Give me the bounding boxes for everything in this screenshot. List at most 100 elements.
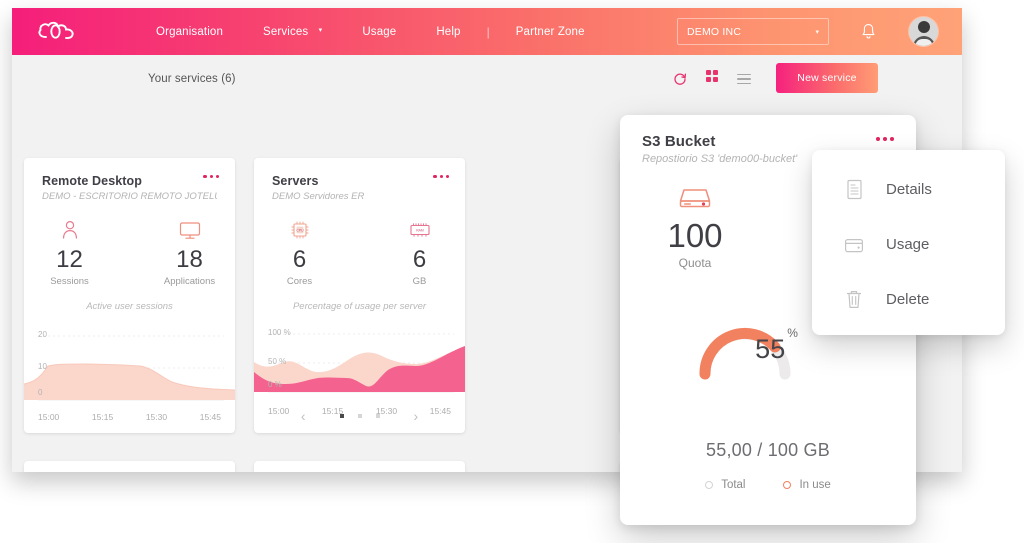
services-toolbar: Your services (6) New service: [12, 55, 962, 103]
card-metrics: 12 Sessions 18 Applications: [24, 218, 235, 287]
chevron-down-icon: ▾: [318, 27, 323, 35]
card-menu-icon[interactable]: [203, 175, 219, 179]
storage-total-text: 55,00 / 100 GB: [706, 439, 830, 460]
menu-item-details-label: Details: [886, 181, 932, 198]
gauge-unit: %: [787, 325, 798, 340]
card-title: Servers: [272, 174, 319, 188]
nav-item-organisation-label: Organisation: [156, 25, 224, 38]
y-axis-tick-20: 20: [38, 329, 47, 339]
svg-text:RAM: RAM: [416, 228, 424, 232]
metric-label: Applications: [163, 275, 216, 287]
y-axis-tick-50: 50 %: [268, 356, 287, 366]
wallet-icon: [844, 234, 864, 256]
metric-label: Sessions: [50, 275, 89, 287]
legend-item-in-use[interactable]: In use: [783, 478, 831, 491]
legend-label-total: Total: [721, 478, 746, 491]
x-tick: 15:30: [145, 411, 168, 422]
metric-label: Quota: [678, 255, 712, 270]
x-tick: 15:45: [429, 405, 451, 416]
card-menu-icon[interactable]: [433, 175, 449, 179]
nav-divider: |: [486, 24, 490, 39]
x-tick: 15:45: [199, 411, 221, 422]
organisation-selector-value: DEMO INC: [687, 25, 742, 38]
avatar-head: [917, 21, 930, 33]
metric-value: 6: [292, 246, 307, 273]
x-tick: 15:00: [268, 405, 290, 416]
legend-marker-total: [705, 480, 714, 489]
user-icon: [34, 218, 106, 242]
card-title: S3 Bucket: [642, 133, 716, 150]
legend-label-in-use: In use: [799, 478, 831, 491]
menu-item-details[interactable]: Details: [812, 162, 1005, 217]
metric-sessions: 12 Sessions: [34, 218, 106, 287]
gauge-value: 55: [755, 333, 786, 364]
service-card-software-licences[interactable]: Software Licences Licencias de Software: [254, 461, 465, 472]
card-context-menu: Details Usage Delete: [812, 150, 1005, 335]
list-view-icon[interactable]: [735, 70, 753, 88]
metric-label: Cores: [286, 275, 313, 287]
cloud-logo-icon[interactable]: [34, 17, 80, 47]
metric-value: 6: [412, 246, 427, 273]
nav-item-partner-zone-label: Partner Zone: [515, 25, 585, 38]
grid-view-icon[interactable]: [703, 70, 721, 88]
primary-nav-links: Organisation Services ▾ Usage Help | Par…: [136, 20, 605, 44]
nav-item-help[interactable]: Help: [416, 20, 480, 44]
card-header: DNS Zonas corporativas: [24, 461, 235, 472]
nav-item-services[interactable]: Services ▾: [243, 20, 342, 44]
ram-icon: RAM: [384, 218, 456, 242]
nav-item-usage-label: Usage: [362, 25, 397, 38]
notifications-bell-icon[interactable]: [857, 21, 879, 43]
cpu-icon: CPU: [264, 218, 336, 242]
nav-right-group: DEMO INC ▾: [677, 8, 962, 55]
menu-item-usage-label: Usage: [886, 236, 930, 253]
sessions-area-chart: 20 10 0 15:00 15:15 15:30 15:45: [24, 320, 235, 422]
toolbar-actions: New service: [648, 55, 878, 103]
organisation-selector[interactable]: DEMO INC ▾: [677, 18, 829, 45]
list-view-glyph: [737, 73, 751, 85]
metric-gb: RAM 6 GB: [384, 218, 456, 287]
y-axis-tick-10: 10: [38, 361, 47, 371]
legend-item-total[interactable]: Total: [705, 479, 745, 491]
menu-item-delete-label: Delete: [886, 291, 930, 308]
menu-item-delete[interactable]: Delete: [812, 272, 1005, 327]
x-axis-labels: 15:00 15:15 15:30 15:45: [24, 408, 235, 422]
usage-gauge-svg: [699, 327, 791, 380]
gauge-percentage: 55%: [755, 326, 798, 365]
top-navigation-bar: Organisation Services ▾ Usage Help | Par…: [12, 8, 962, 55]
sessions-chart-svg: [24, 335, 235, 401]
y-axis-tick-100: 100 %: [268, 327, 291, 337]
card-subtitle: DEMO Servidores ER: [272, 191, 365, 202]
legend-marker-in-use: [783, 480, 792, 489]
view-controls: [671, 55, 753, 103]
service-card-servers[interactable]: Servers DEMO Servidores ER CPU 6 Cores R…: [254, 158, 465, 433]
metric-value: 12: [56, 246, 83, 273]
y-axis-tick-0: 0: [38, 387, 43, 397]
servers-area-chart: 100 % 50 % 0 % 15:00 15:15 15:30 15:45: [254, 320, 465, 416]
chevron-down-icon: ▾: [815, 28, 819, 36]
nav-item-partner-zone[interactable]: Partner Zone: [496, 20, 605, 44]
refresh-icon[interactable]: [671, 70, 689, 88]
avatar-shirt: [915, 39, 932, 46]
page-title: Your services (6): [148, 73, 236, 85]
card-header: Software Licences Licencias de Software: [254, 461, 465, 472]
metric-quota: 100 Quota: [652, 181, 738, 270]
screenshot-root: Organisation Services ▾ Usage Help | Par…: [0, 0, 1024, 543]
x-tick: 15:30: [375, 405, 398, 416]
card-menu-icon[interactable]: [876, 137, 894, 141]
trash-icon: [844, 289, 864, 311]
card-header: Remote Desktop DEMO - ESCRITORIO REMOTO …: [24, 158, 235, 202]
service-card-dns[interactable]: DNS Zonas corporativas: [24, 461, 235, 472]
menu-item-usage[interactable]: Usage: [812, 217, 1005, 272]
storage-icon: [652, 181, 738, 213]
x-axis-labels: 15:00 15:15 15:30 15:45: [254, 402, 465, 416]
nav-item-organisation[interactable]: Organisation: [136, 20, 243, 44]
metric-cores: CPU 6 Cores: [264, 218, 336, 287]
x-tick: 15:15: [91, 411, 114, 422]
chart-caption: Active user sessions: [86, 300, 173, 312]
user-avatar[interactable]: [909, 17, 938, 46]
x-tick: 15:15: [321, 405, 344, 416]
service-card-remote-desktop[interactable]: Remote Desktop DEMO - ESCRITORIO REMOTO …: [24, 158, 235, 433]
metric-applications: 18 Applications: [154, 218, 226, 287]
new-service-button[interactable]: New service: [776, 63, 878, 93]
nav-item-usage[interactable]: Usage: [342, 20, 416, 44]
